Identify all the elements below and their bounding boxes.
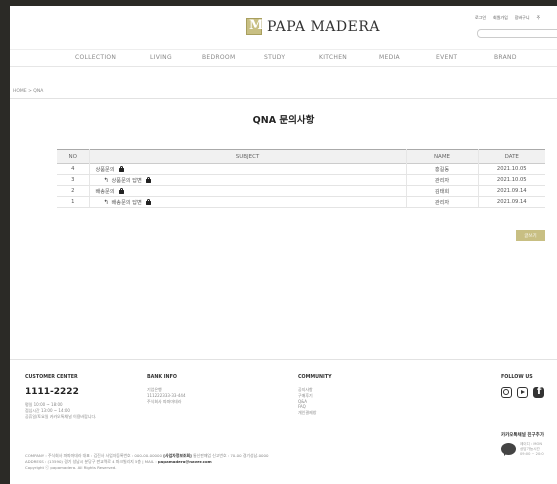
row-subject-link[interactable]: 상품문의	[96, 167, 115, 173]
nav-bedroom[interactable]: BEDROOM	[202, 54, 235, 61]
row-no: 1	[57, 196, 89, 208]
bank-info: 기업은행 111222333-33-444 주식회사 파파마데라	[147, 387, 186, 404]
company-text: COMPANY : 주식회사 파파마데라 대표 : 김진사 사업자등록번호 : …	[25, 453, 164, 458]
facebook-icon[interactable]	[533, 386, 544, 398]
logo-mark-icon	[246, 18, 263, 35]
row-subject-link[interactable]: 배송문의 답변	[112, 200, 142, 206]
social-icons	[501, 386, 544, 398]
business-info-link[interactable]: [사업자정보조회]	[163, 453, 192, 458]
nav-living[interactable]: LIVING	[150, 54, 172, 61]
table-row[interactable]: 1 ↰ 배송문의 답변 관리자 2021.09.14	[57, 196, 545, 208]
instagram-icon[interactable]	[501, 387, 512, 398]
address-text: ADDRESS : (13590) 경기 성남시 분당구 판교역로 4 파크빌리…	[25, 459, 158, 465]
nav-media[interactable]: MEDIA	[379, 54, 400, 61]
row-subject[interactable]: ↰ 배송문의 답변	[88, 196, 406, 208]
row-name: 홍길동	[405, 163, 478, 175]
reply-arrow-icon: ↰	[103, 198, 109, 206]
lock-icon	[118, 165, 124, 172]
row-subject-link[interactable]: 배송문의	[96, 189, 115, 195]
brand-name: PAPA MADERA	[267, 18, 380, 35]
nav-brand[interactable]: BRAND	[494, 54, 517, 61]
kakao-channel-title[interactable]: 카카오톡채널 친구추가	[501, 432, 544, 438]
company-info: COMPANY : 주식회사 파파마데라 대표 : 김진사 사업자등록번호 : …	[25, 453, 268, 472]
nav-collection[interactable]: COLLECTION	[75, 54, 116, 61]
qna-table: NO SUBJECT NAME DATE 4 상품문의 홍길동 2021.10.…	[57, 149, 545, 208]
kakao-chat-icon[interactable]	[501, 443, 516, 456]
customer-center-title: CUSTOMER CENTER	[25, 375, 78, 380]
footer: CUSTOMER CENTER 1111-2222 평일 10:00 ~ 18:…	[10, 359, 557, 484]
col-no-header: NO	[68, 153, 77, 160]
search-input[interactable]	[477, 29, 557, 38]
login-link[interactable]: 로그인	[475, 15, 486, 21]
community-title: COMMUNITY	[298, 375, 332, 380]
table-row[interactable]: 2 배송문의 김태희 2021.09.14	[57, 185, 545, 197]
row-name: 관리자	[405, 196, 478, 208]
kakao-info: 제이디 : MON 상담가능시간 09:00 ~ 20:0	[520, 442, 544, 457]
follow-us-title: FOLLOW US	[501, 375, 533, 380]
community-links: 공지사항 구매후기 Q&A FAQ 개인결제창	[298, 387, 316, 416]
nav-study[interactable]: STUDY	[264, 54, 285, 61]
row-no: 3	[57, 174, 89, 186]
table-row[interactable]: 3 ↰ 상품문의 답변 관리자 2021.10.05	[57, 174, 545, 186]
brand-logo[interactable]: PAPA MADERA	[246, 18, 380, 35]
lock-icon	[145, 198, 151, 205]
lock-icon	[145, 176, 151, 183]
row-name: 김태희	[405, 185, 478, 197]
copyright: Copyright ⓒ papamadera. All Rights Reser…	[25, 465, 117, 471]
table-header-row: NO SUBJECT NAME DATE	[57, 149, 545, 164]
company-text: 통신판매업 신고번호 : 70-00 경기성남-0000	[191, 453, 269, 458]
cart-link[interactable]: 장바구니	[515, 15, 530, 21]
community-link-payment[interactable]: 개인결제창	[298, 410, 316, 416]
top-links: 로그인 회원가입 장바구니 주	[475, 15, 540, 21]
bank-line: 주식회사 파파마데라	[147, 398, 182, 404]
table-row[interactable]: 4 상품문의 홍길동 2021.10.05	[57, 163, 545, 175]
row-date: 2021.09.14	[477, 185, 545, 197]
join-link[interactable]: 회원가입	[493, 15, 508, 21]
row-subject[interactable]: 상품문의	[88, 163, 406, 175]
hours-line: 공휴일/토요일 카카오톡채널 이용바랍니다.	[25, 413, 97, 419]
row-no: 2	[57, 185, 89, 197]
row-date: 2021.10.05	[477, 174, 545, 186]
row-no: 4	[57, 163, 89, 175]
row-name: 관리자	[405, 174, 478, 186]
email-link[interactable]: papamadera@naver.com	[158, 459, 212, 464]
row-date: 2021.10.05	[477, 163, 545, 175]
youtube-icon[interactable]	[517, 387, 528, 398]
bank-line: 111222333-33-444	[147, 392, 186, 398]
row-date: 2021.09.14	[477, 196, 545, 208]
row-subject-link[interactable]: 상품문의 답변	[112, 178, 142, 184]
page-title: QNA 문의사항	[252, 115, 315, 126]
kakao-line: 09:00 ~ 20:0	[520, 452, 544, 456]
nav-kitchen[interactable]: KITCHEN	[319, 54, 347, 61]
col-subject-header: SUBJECT	[88, 149, 406, 164]
main-nav: COLLECTION LIVING BEDROOM STUDY KITCHEN …	[10, 49, 557, 67]
col-name-header: NAME	[405, 149, 478, 164]
page: PAPA MADERA 로그인 회원가입 장바구니 주 COLLECTION L…	[10, 6, 557, 484]
breadcrumb: HOME > QNA	[13, 89, 44, 94]
lock-icon	[118, 187, 124, 194]
reply-arrow-icon: ↰	[103, 176, 109, 184]
order-link[interactable]: 주	[537, 15, 541, 21]
col-date-header: DATE	[477, 149, 545, 164]
bank-info-title: BANK INFO	[147, 375, 177, 380]
row-subject[interactable]: ↰ 상품문의 답변	[88, 174, 406, 186]
nav-event[interactable]: EVENT	[436, 54, 457, 61]
customer-phone: 1111-2222	[25, 387, 79, 397]
customer-hours: 평일 10:00 ~ 18:00 점심시간 13:00 ~ 14:00 공휴일/…	[25, 402, 96, 419]
row-subject[interactable]: 배송문의	[88, 185, 406, 197]
divider	[10, 98, 557, 99]
write-button[interactable]: 글쓰기	[516, 230, 545, 241]
